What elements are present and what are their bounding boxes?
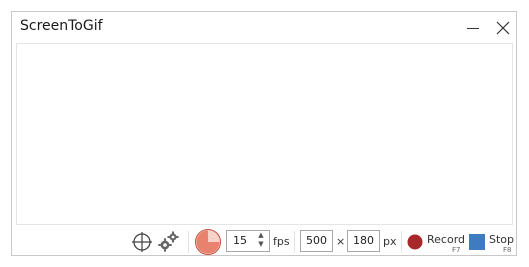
capture-area[interactable] [16,43,513,225]
title-bar[interactable]: ScreenToGif [12,12,516,43]
minimize-icon [467,27,479,29]
times-label: × [336,235,346,248]
pie-timer-icon [195,229,221,255]
fps-stepper[interactable]: 15 ▲ ▼ [226,230,270,252]
window-title: ScreenToGif [20,18,103,34]
toolbar-separator [188,231,189,253]
height-value: 180 [353,234,374,247]
stop-button[interactable]: Stop F8 [468,229,516,255]
width-value: 500 [306,234,327,247]
record-button[interactable]: Record F7 [405,229,467,255]
toolbar-separator [294,231,295,253]
height-input[interactable]: 180 [347,230,380,252]
recent-recordings-button[interactable] [194,228,222,256]
fps-label: fps [273,235,290,248]
close-button[interactable] [488,12,518,43]
record-shortcut: F7 [452,246,461,254]
options-button[interactable] [157,230,181,254]
width-input[interactable]: 500 [300,230,333,252]
record-icon [407,234,423,250]
app-window: ScreenToGif 15 ▲ ▼ fps 500 × 180 px Reco… [11,11,517,256]
fps-value: 15 [233,234,247,247]
toolbar-separator [401,231,402,253]
crosshair-icon [132,232,152,252]
stop-icon [469,234,485,250]
stop-shortcut: F8 [503,246,512,254]
fps-spin-buttons[interactable]: ▲ ▼ [253,231,269,251]
record-label: Record [427,233,466,246]
px-label: px [383,235,397,248]
gears-icon [158,231,179,252]
snap-to-window-button[interactable] [131,231,153,253]
bottom-toolbar: 15 ▲ ▼ fps 500 × 180 px Record F7 Stop F8 [12,227,516,255]
minimize-button[interactable] [458,12,488,43]
close-icon [496,21,510,34]
stop-label: Stop [489,233,515,246]
